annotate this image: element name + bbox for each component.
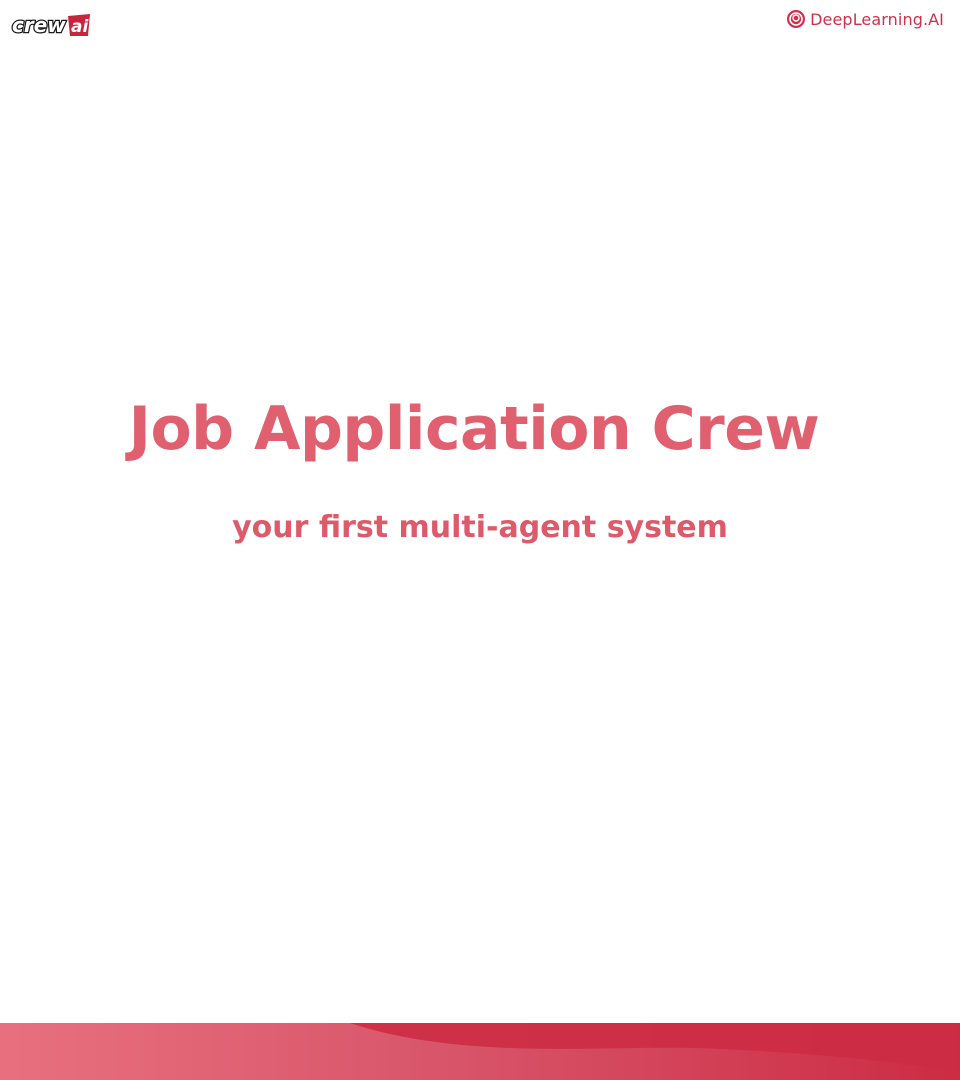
page-subtitle: your first multi-agent system xyxy=(232,510,728,545)
crewai-logo-mark: crew ai xyxy=(11,12,90,38)
crewai-logo: crew ai xyxy=(10,8,96,40)
deeplearning-ai-logo-icon xyxy=(786,9,806,29)
deeplearning-ai-logo-text: DeepLearning.AI xyxy=(810,9,944,29)
deeplearning-ai-logo: DeepLearning.AI xyxy=(786,8,944,30)
page-title: Job Application Crew xyxy=(128,394,820,464)
footer-wave-banner xyxy=(0,1023,960,1080)
crewai-logo-text: crew xyxy=(12,13,66,37)
crewai-logo-ai: ai xyxy=(71,17,89,37)
